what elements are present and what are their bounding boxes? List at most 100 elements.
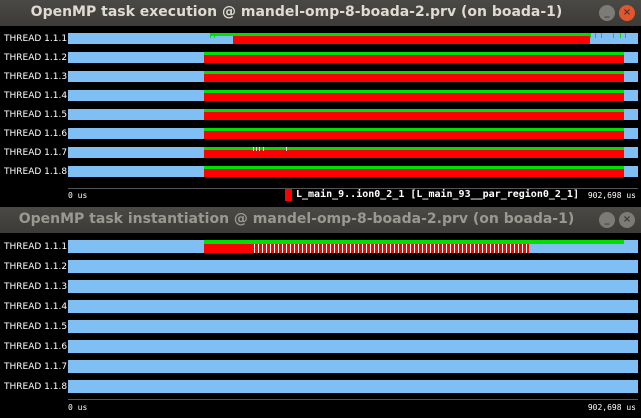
task-marker	[510, 244, 511, 253]
thread-timeline[interactable]	[68, 380, 638, 393]
task-marker	[522, 244, 523, 253]
task-marker	[366, 244, 367, 253]
legend-swatch	[285, 189, 292, 201]
task-marker	[386, 244, 387, 253]
task-marker	[258, 244, 259, 253]
task-marker	[514, 244, 515, 253]
titlebar[interactable]: OpenMP task execution @ mandel-omp-8-boa…	[0, 0, 641, 26]
thread-timeline[interactable]	[68, 33, 638, 44]
task-marker	[210, 33, 211, 38]
task-marker	[474, 244, 475, 253]
thread-label: THREAD 1.1.2	[4, 53, 68, 63]
task-marker	[310, 244, 311, 253]
thread-timeline[interactable]	[68, 280, 638, 293]
task-marker	[298, 244, 299, 253]
window-title: OpenMP task execution @ mandel-omp-8-boa…	[30, 4, 563, 20]
task-marker	[214, 33, 215, 38]
task-marker	[422, 244, 423, 253]
task-running-segment	[204, 55, 624, 63]
task-marker	[398, 244, 399, 253]
thread-timeline[interactable]	[68, 71, 638, 82]
task-marker	[390, 244, 391, 253]
task-marker	[294, 244, 295, 253]
task-marker	[354, 244, 355, 253]
task-marker	[362, 244, 363, 253]
thread-timeline[interactable]	[68, 360, 638, 373]
task-marker	[314, 244, 315, 253]
task-marker	[263, 147, 264, 151]
thread-timeline[interactable]	[68, 340, 638, 353]
task-marker	[613, 33, 614, 38]
minimize-icon[interactable]: _	[599, 212, 615, 228]
task-marker	[394, 244, 395, 253]
task-marker	[478, 244, 479, 253]
thread-label: THREAD 1.1.5	[4, 322, 68, 332]
task-marker	[256, 147, 257, 151]
task-marker	[350, 244, 351, 253]
thread-label: THREAD 1.1.5	[4, 110, 68, 120]
thread-label: THREAD 1.1.8	[4, 167, 68, 177]
task-marker	[446, 244, 447, 253]
thread-timeline[interactable]	[68, 166, 638, 177]
thread-label: THREAD 1.1.4	[4, 91, 68, 101]
thread-label: THREAD 1.1.3	[4, 72, 68, 82]
thread-timeline[interactable]	[68, 128, 638, 139]
task-marker	[262, 244, 263, 253]
task-marker	[370, 244, 371, 253]
thread-label: THREAD 1.1.4	[4, 302, 68, 312]
task-marker	[518, 244, 519, 253]
task-execution-window: OpenMP task execution @ mandel-omp-8-boa…	[0, 0, 641, 207]
task-running-segment	[204, 74, 624, 82]
task-marker	[506, 244, 507, 253]
thread-timeline[interactable]	[68, 240, 638, 253]
task-marker	[490, 244, 491, 253]
task-marker	[286, 147, 287, 151]
task-marker	[498, 244, 499, 253]
thread-timeline[interactable]	[68, 52, 638, 63]
task-marker	[259, 147, 260, 151]
close-icon[interactable]: ×	[619, 5, 635, 21]
close-icon[interactable]: ×	[619, 212, 635, 228]
task-marker	[322, 244, 323, 253]
thread-timeline[interactable]	[68, 320, 638, 333]
task-marker	[601, 33, 602, 38]
task-marker	[442, 244, 443, 253]
task-marker	[253, 147, 254, 151]
task-marker	[254, 244, 255, 253]
task-marker	[270, 244, 271, 253]
task-marker	[526, 244, 527, 253]
thread-label: THREAD 1.1.6	[4, 342, 68, 352]
task-marker	[358, 244, 359, 253]
task-marker	[418, 244, 419, 253]
thread-timeline[interactable]	[68, 147, 638, 158]
task-marker	[290, 244, 291, 253]
thread-label: THREAD 1.1.1	[4, 34, 68, 44]
task-marker	[450, 244, 451, 253]
task-marker	[342, 244, 343, 253]
thread-timeline[interactable]	[68, 90, 638, 101]
task-instantiation-window: OpenMP task instantiation @ mandel-omp-8…	[0, 207, 641, 418]
thread-label: THREAD 1.1.1	[4, 242, 68, 252]
task-running-segment	[204, 112, 624, 120]
axis-end: 902,698 us	[587, 191, 636, 200]
thread-label: THREAD 1.1.3	[4, 282, 68, 292]
thread-label: THREAD 1.1.7	[4, 362, 68, 372]
thread-timeline[interactable]	[68, 109, 638, 120]
task-marker	[462, 244, 463, 253]
task-marker	[278, 244, 279, 253]
task-marker	[430, 244, 431, 253]
axis-start: 0 us	[68, 403, 88, 412]
thread-timeline[interactable]	[68, 300, 638, 313]
thread-timeline[interactable]	[68, 260, 638, 273]
task-running-segment	[204, 169, 624, 177]
minimize-icon[interactable]: _	[599, 5, 615, 21]
task-marker	[374, 244, 375, 253]
task-running-segment	[204, 131, 624, 139]
task-marker	[458, 244, 459, 253]
task-marker	[318, 244, 319, 253]
task-running-segment	[204, 93, 624, 101]
task-marker	[338, 244, 339, 253]
titlebar[interactable]: OpenMP task instantiation @ mandel-omp-8…	[0, 207, 641, 233]
task-marker	[274, 244, 275, 253]
task-marker	[590, 33, 591, 38]
